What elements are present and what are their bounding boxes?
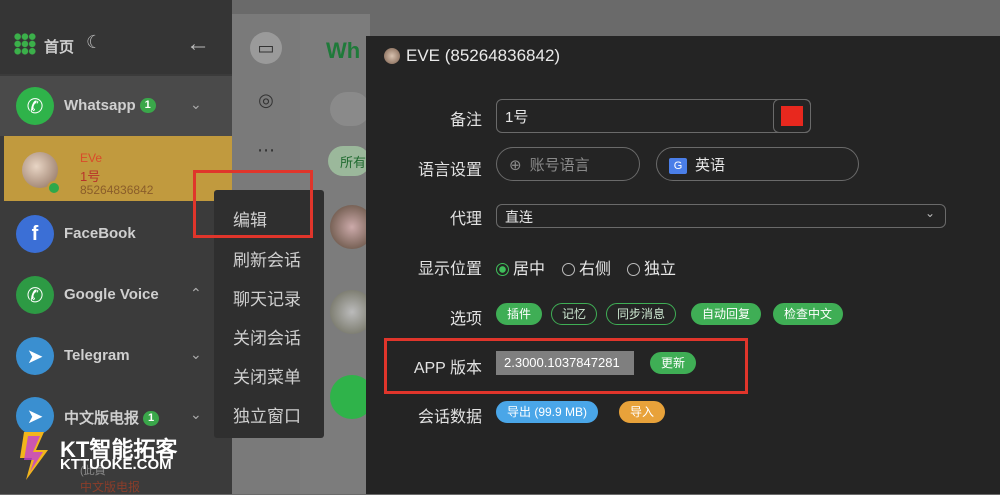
chevron-down-icon[interactable]: ⌄	[190, 346, 202, 363]
chevron-down-icon[interactable]: ⌄	[190, 96, 202, 113]
radio-center[interactable]: 居中	[496, 255, 545, 279]
proxy-label: 代理	[449, 211, 482, 228]
proxy-value: 直连	[505, 209, 533, 225]
menu-item-close-menu[interactable]: 关闭菜单	[233, 363, 301, 388]
language-label: 语言设置	[417, 162, 482, 179]
account-telegram[interactable]: ➤ Telegram ⌄	[0, 326, 232, 386]
language-select[interactable]: G 英语	[656, 147, 859, 181]
google-voice-icon: ✆	[16, 276, 54, 314]
highlight-box	[193, 170, 313, 238]
chat-bubble-icon[interactable]: ⋯	[250, 134, 282, 166]
option-check-chinese[interactable]: 检查中文	[773, 303, 844, 325]
contact-name: EVe	[80, 151, 103, 165]
dark-mode-moon-icon[interactable]: ☾	[86, 32, 102, 53]
note-input[interactable]: 1号	[496, 99, 811, 133]
color-swatch[interactable]	[781, 106, 803, 126]
proxy-select[interactable]: 直连 ⌄	[496, 204, 946, 228]
dialog-title: EVE (85264836842)	[406, 46, 561, 65]
unread-badge: 1	[143, 411, 160, 426]
menu-item-detach[interactable]: 独立窗口	[233, 402, 301, 427]
account-google-voice[interactable]: ✆ Google Voice ⌃	[0, 265, 232, 325]
telegram-icon: ➤	[16, 337, 54, 375]
home-label[interactable]: 首页	[44, 36, 74, 57]
chevron-up-icon[interactable]: ⌃	[190, 285, 202, 302]
chevron-down-icon: ⌄	[924, 206, 935, 220]
options-label: 选项	[449, 311, 482, 328]
back-arrow-icon[interactable]: ←	[186, 30, 210, 58]
menu-item-close-session[interactable]: 关闭会话	[233, 324, 301, 349]
inbox-icon[interactable]: ▭	[250, 32, 282, 64]
lightning-logo-icon	[20, 432, 48, 480]
account-language-placeholder: 账号语言	[529, 157, 590, 174]
account-name: FaceBook	[64, 225, 136, 242]
display-position-label: 显示位置	[417, 261, 482, 278]
avatar	[384, 48, 400, 64]
option-plugin[interactable]: 插件	[496, 303, 543, 325]
account-name: Google Voice	[64, 286, 159, 303]
export-button[interactable]: 导出 (99.9 MB)	[496, 401, 599, 423]
whatsapp-icon: ✆	[16, 87, 54, 125]
menu-item-refresh[interactable]: 刷新会话	[233, 246, 301, 271]
chevron-down-icon[interactable]: ⌄	[190, 406, 202, 423]
radio-right[interactable]: 右侧	[562, 255, 611, 279]
radio-label: 右侧	[579, 261, 612, 278]
language-value: 英语	[695, 157, 726, 174]
note-label: 备注	[449, 112, 482, 129]
account-name: Telegram	[64, 347, 130, 364]
chat-list-title: Wh	[326, 38, 361, 63]
radio-label: 独立	[644, 261, 677, 278]
account-whatsapp[interactable]: ✆ Whatsapp 1 ⌄	[0, 76, 232, 136]
radio-standalone[interactable]: 独立	[627, 255, 676, 279]
highlight-box	[384, 338, 748, 394]
apps-grid-icon[interactable]	[14, 33, 36, 55]
account-language-input[interactable]: ⊕ 账号语言	[496, 147, 640, 181]
google-translate-icon: G	[669, 158, 687, 174]
online-status-dot	[47, 181, 61, 195]
import-button[interactable]: 导入	[619, 401, 666, 423]
contact-snippet: 中文版电报	[80, 480, 141, 494]
radio-dot	[496, 263, 509, 276]
session-data-label: 会话数据	[417, 409, 482, 426]
contact-phone: 85264836842	[80, 183, 154, 197]
globe-icon: ⊕	[509, 157, 522, 174]
facebook-icon: f	[16, 215, 54, 253]
telegram-icon: ➤	[16, 397, 54, 435]
account-name: Whatsapp	[64, 97, 136, 114]
radio-dot	[627, 263, 640, 276]
watermark-url: KTTUOKE.COM	[60, 456, 172, 473]
menu-item-history[interactable]: 聊天记录	[233, 285, 301, 310]
radio-dot	[562, 263, 575, 276]
radio-label: 居中	[513, 261, 546, 278]
status-icon[interactable]: ◎	[250, 84, 282, 116]
unread-badge: 1	[139, 98, 156, 113]
option-autoreply[interactable]: 自动回复	[691, 303, 762, 325]
option-sync[interactable]: 同步消息	[606, 303, 677, 325]
account-name: 中文版电报	[64, 410, 140, 427]
option-memory[interactable]: 记忆	[551, 303, 598, 325]
